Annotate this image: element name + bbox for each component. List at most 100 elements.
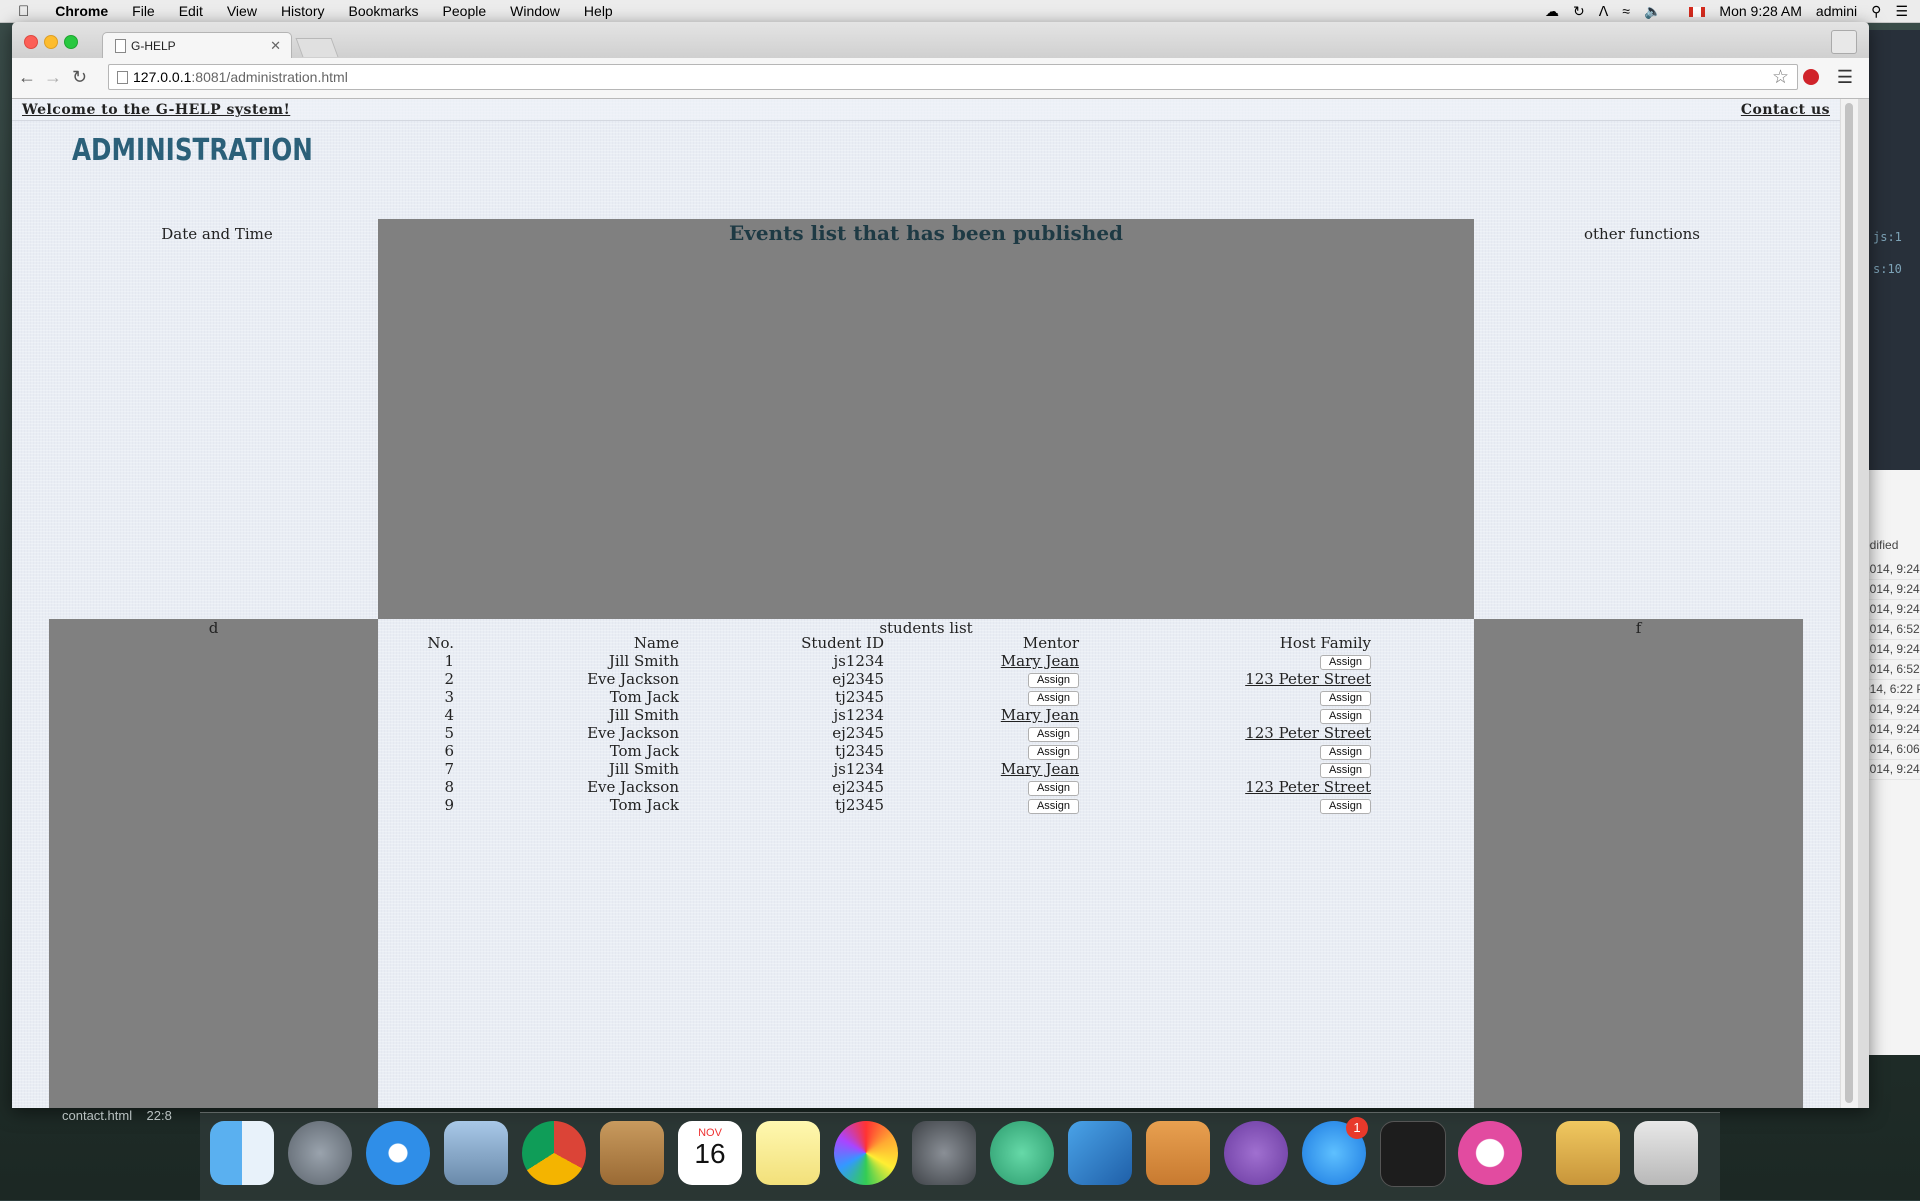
menu-view[interactable]: View xyxy=(227,3,257,19)
app-store-icon[interactable]: 1 xyxy=(1302,1117,1368,1185)
student-no: 5 xyxy=(444,724,454,742)
assign-host-family-button[interactable]: Assign xyxy=(1319,690,1371,706)
cloud-icon[interactable]: ☁ xyxy=(1545,3,1559,20)
bluetooth-icon[interactable]: ᐱ xyxy=(1599,3,1609,20)
safari-icon[interactable] xyxy=(366,1121,430,1185)
finder-icon[interactable] xyxy=(210,1121,274,1185)
editor-status: contact.html 22:8 xyxy=(62,1108,172,1123)
close-tab-icon[interactable]: ✕ xyxy=(270,38,281,54)
new-tab-button[interactable] xyxy=(295,38,339,57)
tab-g-help[interactable]: G-HELP ✕ xyxy=(102,32,292,58)
table-header-row: No. Name Student ID Mentor Host Family xyxy=(426,634,1371,652)
menu-edit[interactable]: Edit xyxy=(179,3,203,19)
calendar-icon[interactable]: NOV 16 xyxy=(678,1121,742,1185)
forward-icon[interactable]: → xyxy=(44,67,62,88)
input-source-flag-icon[interactable] xyxy=(1675,3,1706,19)
volume-icon[interactable]: 🔈 xyxy=(1644,3,1661,20)
events-panel: Events list that has been published xyxy=(378,219,1474,619)
student-no: 4 xyxy=(444,706,454,724)
menubar-user[interactable]: admini xyxy=(1816,3,1857,19)
mentor-link[interactable]: Mary Jean xyxy=(1001,706,1079,724)
student-id: tj2345 xyxy=(835,688,884,706)
minimize-window-button[interactable] xyxy=(44,35,58,49)
chrome-menu-icon[interactable]: ☰ xyxy=(1837,67,1853,88)
photos-icon[interactable] xyxy=(834,1121,898,1185)
launchpad-icon[interactable] xyxy=(288,1121,352,1185)
spotlight-search-icon[interactable]: ⚲ xyxy=(1871,3,1881,20)
apple-icon[interactable]:  xyxy=(18,3,29,20)
welcome-link[interactable]: Welcome to the G-HELP system! xyxy=(22,102,290,118)
back-icon[interactable]: ← xyxy=(18,67,36,88)
zoom-window-button[interactable] xyxy=(64,35,78,49)
host-family-link[interactable]: 123 Peter Street xyxy=(1245,778,1371,796)
reload-icon[interactable]: ↻ xyxy=(72,67,87,88)
address-bar[interactable]: 127.0.0.1:8081/administration.html xyxy=(108,64,1798,90)
scrollbar-thumb[interactable] xyxy=(1845,103,1853,1103)
menu-help[interactable]: Help xyxy=(584,3,613,19)
mentor-link[interactable]: Mary Jean xyxy=(1001,652,1079,670)
page-icon xyxy=(115,39,126,53)
assign-mentor-button[interactable]: Assign xyxy=(1027,780,1079,796)
github-icon[interactable] xyxy=(1224,1121,1288,1185)
student-name: Jill Smith xyxy=(608,760,679,778)
student-id: ej2345 xyxy=(832,670,884,688)
student-host-family: Assign xyxy=(1079,706,1371,724)
page-scrollbar[interactable] xyxy=(1840,99,1858,1108)
menu-bookmarks[interactable]: Bookmarks xyxy=(349,3,419,19)
student-name: Eve Jackson xyxy=(587,724,679,742)
extension-icon[interactable] xyxy=(1803,69,1819,85)
notes-icon[interactable] xyxy=(756,1121,820,1185)
contact-us-link[interactable]: Contact us xyxy=(1741,102,1830,118)
preview-icon[interactable] xyxy=(1146,1121,1210,1185)
assign-host-family-button[interactable]: Assign xyxy=(1319,744,1371,760)
student-host-family: 123 Peter Street xyxy=(1079,778,1371,796)
student-host-family: Assign xyxy=(1079,652,1371,670)
system-preferences-icon[interactable] xyxy=(912,1121,976,1185)
menu-window[interactable]: Window xyxy=(510,3,560,19)
assign-host-family-button[interactable]: Assign xyxy=(1319,708,1371,724)
student-name: Jill Smith xyxy=(608,652,679,670)
assign-host-family-button[interactable]: Assign xyxy=(1319,654,1371,670)
host-family-link[interactable]: 123 Peter Street xyxy=(1245,724,1371,742)
menu-history[interactable]: History xyxy=(281,3,325,19)
menu-people[interactable]: People xyxy=(443,3,487,19)
mail-icon[interactable] xyxy=(444,1121,508,1185)
column-header-no: No. xyxy=(427,634,454,652)
chrome-icon[interactable] xyxy=(522,1121,586,1185)
trash-icon[interactable] xyxy=(1634,1121,1698,1185)
assign-host-family-button[interactable]: Assign xyxy=(1319,798,1371,814)
assign-mentor-button[interactable]: Assign xyxy=(1027,690,1079,706)
calendar-day: 16 xyxy=(694,1138,726,1169)
assign-mentor-button[interactable]: Assign xyxy=(1027,726,1079,742)
student-id: js1234 xyxy=(833,652,884,670)
close-window-button[interactable] xyxy=(24,35,38,49)
notification-center-icon[interactable]: ☰ xyxy=(1895,3,1908,20)
assign-host-family-button[interactable]: Assign xyxy=(1319,762,1371,778)
wifi-icon[interactable]: ≈ xyxy=(1622,3,1630,19)
time-machine-icon[interactable]: ↻ xyxy=(1573,3,1585,20)
installer-icon[interactable] xyxy=(1556,1121,1620,1185)
profile-icon[interactable] xyxy=(1831,30,1857,54)
student-id: ej2345 xyxy=(832,778,884,796)
menu-file[interactable]: File xyxy=(132,3,155,19)
atom-icon[interactable] xyxy=(990,1121,1054,1185)
assign-mentor-button[interactable]: Assign xyxy=(1027,672,1079,688)
mentor-link[interactable]: Mary Jean xyxy=(1001,760,1079,778)
wireshark-icon[interactable] xyxy=(1068,1121,1132,1185)
student-no: 1 xyxy=(444,652,454,670)
table-row: 6 Tom Jack tj2345 Assign Assign xyxy=(426,742,1371,760)
app-store-badge: 1 xyxy=(1346,1117,1368,1139)
student-host-family: Assign xyxy=(1079,796,1371,814)
contacts-icon[interactable] xyxy=(600,1121,664,1185)
host-family-link[interactable]: 123 Peter Street xyxy=(1245,670,1371,688)
student-no: 3 xyxy=(444,688,454,706)
itunes-icon[interactable] xyxy=(1458,1121,1522,1185)
assign-mentor-button[interactable]: Assign xyxy=(1027,744,1079,760)
student-name: Eve Jackson xyxy=(587,778,679,796)
student-mentor: Mary Jean xyxy=(884,652,1079,670)
menubar-clock[interactable]: Mon 9:28 AM xyxy=(1719,3,1802,19)
assign-mentor-button[interactable]: Assign xyxy=(1027,798,1079,814)
menu-app-name[interactable]: Chrome xyxy=(55,3,108,19)
bookmark-star-icon[interactable]: ☆ xyxy=(1772,66,1789,89)
terminal-icon[interactable] xyxy=(1380,1121,1446,1187)
